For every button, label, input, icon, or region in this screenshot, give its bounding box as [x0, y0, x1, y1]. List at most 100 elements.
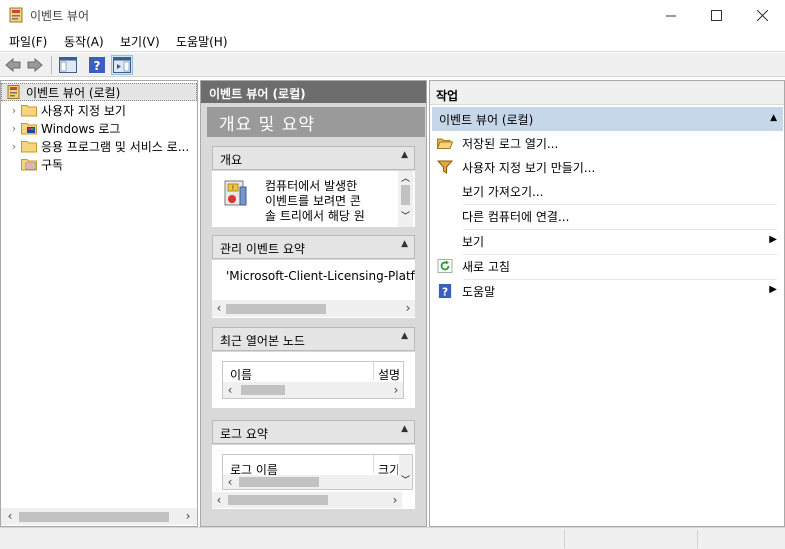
tree-item-apps-services-logs[interactable]: › 응용 프로그램 및 서비스 로...	[7, 137, 197, 155]
forward-button[interactable]	[26, 55, 44, 75]
recent-nodes-grid: 이름 설명 ‹ ›	[222, 361, 404, 399]
status-divider	[697, 530, 698, 548]
overview-section-body: ! 컴퓨터에서 발생한 이벤트를 보려면 콘 솔 트리에서 해당 원 ︿ ﹀	[212, 171, 415, 227]
log-summary-inner-scrollbar[interactable]: ‹	[223, 475, 399, 489]
tree-horizontal-scrollbar[interactable]: ‹ ›	[1, 508, 197, 525]
admin-events-section-header[interactable]: 관리 이벤트 요약 ▲	[212, 235, 415, 259]
menu-view[interactable]: 보기(V)	[120, 33, 160, 50]
admin-events-row[interactable]: 'Microsoft-Client-Licensing-Platform	[226, 269, 415, 283]
scroll-down-icon[interactable]: ﹀	[401, 209, 410, 222]
expand-chevron-icon[interactable]: ›	[7, 104, 21, 117]
tree-root-label: 이벤트 뷰어 (로컬)	[26, 85, 121, 100]
column-header-description[interactable]: 설명	[378, 366, 400, 383]
svg-text:!: !	[232, 185, 234, 192]
admin-events-section-title: 관리 이벤트 요약	[220, 242, 305, 256]
expand-chevron-icon[interactable]: ›	[7, 122, 21, 135]
overview-section-header[interactable]: 개요 ▲	[212, 146, 415, 170]
svg-text:?: ?	[94, 59, 101, 73]
recent-nodes-section-header[interactable]: 최근 열어본 노드 ▲	[212, 327, 415, 351]
collapse-icon[interactable]: ▲	[401, 239, 408, 249]
tree-item-custom-views[interactable]: › 사용자 지정 보기	[7, 101, 203, 119]
minimize-button[interactable]	[648, 0, 694, 30]
action-label: 보기	[462, 234, 485, 249]
minimize-icon	[665, 15, 676, 16]
maximize-button[interactable]	[693, 0, 739, 30]
scroll-right-icon[interactable]: ›	[181, 508, 195, 525]
scroll-down-icon[interactable]: ﹀	[401, 473, 410, 486]
tree-root-event-viewer[interactable]: 이벤트 뷰어 (로컬)	[1, 83, 197, 101]
action-help-submenu[interactable]: ? 도움말 ▶	[432, 279, 777, 303]
collapse-icon[interactable]: ▲	[401, 424, 408, 434]
show-console-tree-button[interactable]	[57, 55, 79, 75]
scroll-left-icon[interactable]: ‹	[3, 508, 17, 525]
recent-nodes-horizontal-scrollbar[interactable]: ‹ ›	[223, 382, 403, 398]
actions-section-header[interactable]: 이벤트 뷰어 (로컬) ▲	[432, 107, 783, 131]
tree-item-label: 사용자 지정 보기	[41, 103, 126, 118]
action-pane-icon	[113, 57, 131, 73]
close-button[interactable]	[739, 0, 785, 30]
back-button[interactable]	[4, 55, 22, 75]
help-icon: ?	[89, 57, 105, 73]
scroll-up-icon[interactable]: ︿	[401, 171, 410, 184]
overview-banner: 개요 및 요약	[207, 107, 425, 137]
overview-section-title: 개요	[220, 153, 243, 167]
log-summary-section-header[interactable]: 로그 요약 ▲	[212, 420, 415, 444]
action-create-custom-view[interactable]: 사용자 지정 보기 만들기...	[432, 155, 777, 179]
collapse-icon[interactable]: ▲	[770, 113, 777, 123]
action-view-submenu[interactable]: 보기 ▶	[432, 229, 777, 253]
overview-pane: 이벤트 뷰어 (로컬) 개요 및 요약 개요 ▲ ! 컴퓨터에서 발생한 이벤트…	[200, 80, 427, 527]
event-log-info-icon: !	[224, 180, 247, 206]
scroll-right-icon[interactable]: ›	[401, 300, 415, 317]
help-toolbar-button[interactable]: ?	[88, 55, 106, 75]
action-label: 도움말	[462, 284, 496, 299]
scroll-left-icon[interactable]: ‹	[223, 475, 237, 489]
submenu-arrow-icon: ▶	[769, 284, 777, 295]
menu-action[interactable]: 동작(A)	[64, 33, 104, 50]
action-label: 다른 컴퓨터에 연결...	[462, 209, 570, 224]
scrollbar-thumb[interactable]	[239, 477, 319, 487]
tree-item-subscriptions[interactable]: 구독	[7, 155, 203, 173]
tree-item-windows-logs[interactable]: › Windows 로그	[7, 119, 203, 137]
back-arrow-icon	[5, 58, 21, 72]
console-tree-pane: 이벤트 뷰어 (로컬) › 사용자 지정 보기 › Windows 로그 › 응…	[0, 80, 198, 527]
overview-pane-header: 이벤트 뷰어 (로컬)	[201, 81, 426, 103]
log-summary-vertical-scrollbar[interactable]: ﹀	[399, 455, 412, 489]
expand-chevron-icon[interactable]: ›	[7, 140, 21, 153]
scrollbar-thumb[interactable]	[19, 512, 169, 522]
recent-nodes-section-title: 최근 열어본 노드	[220, 334, 305, 348]
menu-help[interactable]: 도움말(H)	[176, 33, 228, 50]
filter-icon	[437, 160, 453, 174]
action-open-saved-log[interactable]: 저장된 로그 열기...	[432, 131, 777, 155]
actions-section-title: 이벤트 뷰어 (로컬)	[439, 113, 534, 127]
scroll-left-icon[interactable]: ‹	[212, 300, 226, 317]
windows-logs-icon	[21, 123, 37, 135]
toolbar: ?	[0, 53, 785, 77]
folder-icon	[21, 141, 37, 153]
overview-vertical-scrollbar[interactable]: ︿ ﹀	[398, 171, 413, 227]
scroll-left-icon[interactable]: ‹	[223, 382, 237, 398]
status-bar	[0, 527, 785, 549]
scroll-right-icon[interactable]: ›	[388, 492, 402, 508]
window-title: 이벤트 뷰어	[30, 9, 90, 23]
collapse-icon[interactable]: ▲	[401, 331, 408, 341]
scrollbar-thumb[interactable]	[241, 385, 285, 395]
menu-bar: 파일(F) 동작(A) 보기(V) 도움말(H)	[0, 30, 785, 52]
show-action-pane-button[interactable]	[111, 55, 133, 75]
collapse-icon[interactable]: ▲	[401, 150, 408, 160]
column-header-name[interactable]: 이름	[230, 366, 252, 383]
scroll-left-icon[interactable]: ‹	[212, 492, 226, 508]
scroll-right-icon[interactable]: ›	[389, 382, 403, 398]
scrollbar-thumb[interactable]	[228, 495, 328, 505]
admin-events-horizontal-scrollbar[interactable]: ‹ ›	[212, 300, 415, 317]
action-refresh[interactable]: 새로 고침	[432, 254, 777, 278]
menu-file[interactable]: 파일(F)	[9, 33, 47, 50]
folder-icon	[21, 105, 37, 117]
tree-item-label: Windows 로그	[41, 121, 121, 136]
action-connect-computer[interactable]: 다른 컴퓨터에 연결...	[432, 204, 777, 228]
action-import-view[interactable]: 보기 가져오기...	[432, 179, 777, 203]
scrollbar-thumb[interactable]	[226, 304, 326, 314]
svg-text:?: ?	[442, 286, 448, 298]
help-icon: ?	[438, 284, 452, 298]
log-summary-horizontal-scrollbar[interactable]: ‹ ›	[212, 492, 402, 508]
scrollbar-thumb[interactable]	[401, 185, 410, 205]
